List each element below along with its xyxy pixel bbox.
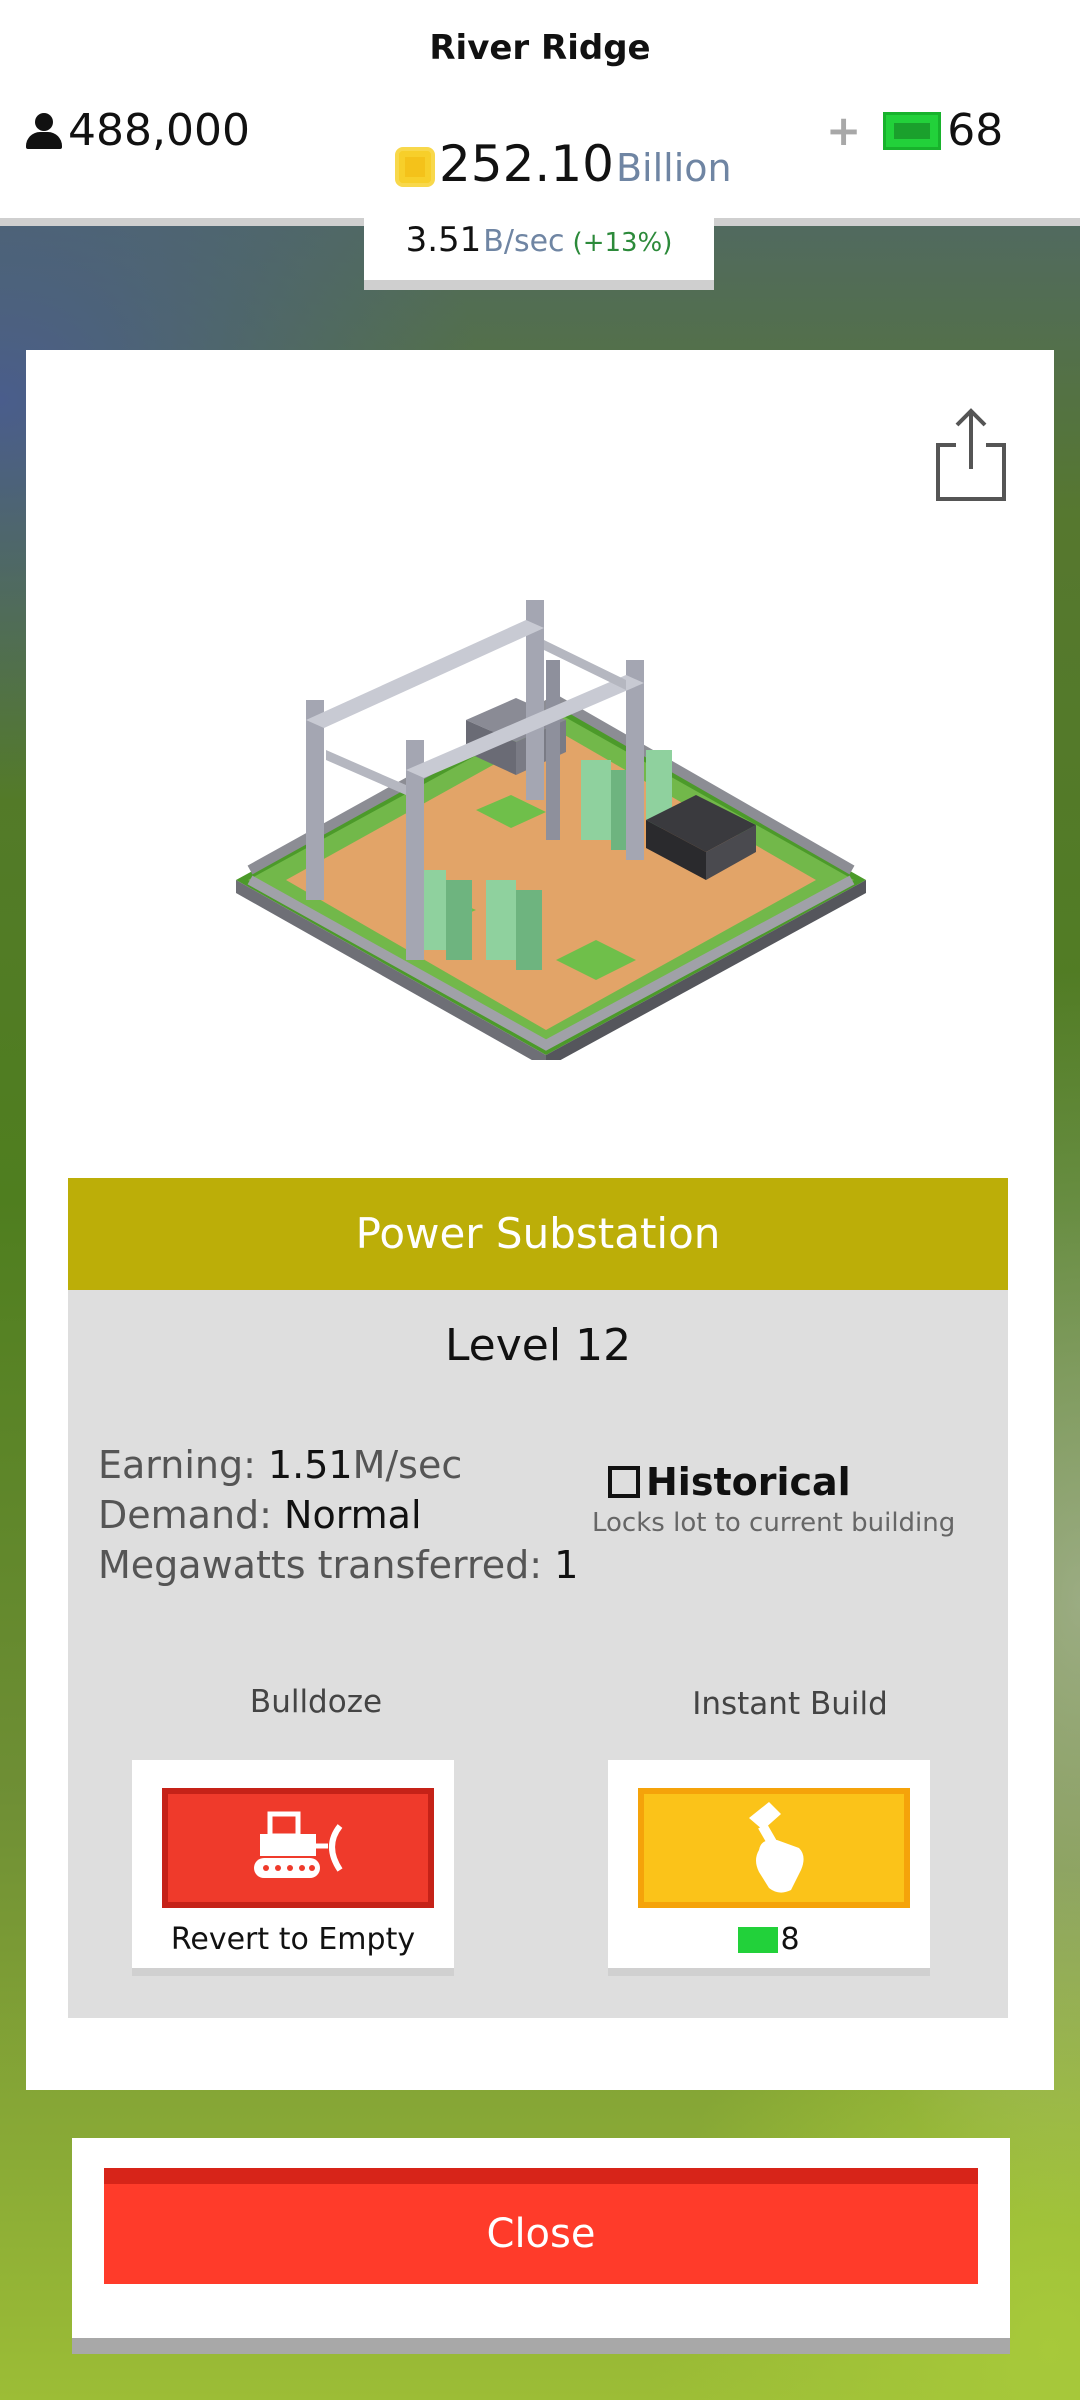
building-details: Level 12 Earning: 1.51M/sec Demand: Norm…	[68, 1290, 1008, 2018]
income-rate-value: 3.51	[405, 220, 482, 260]
historical-label: Historical	[646, 1460, 851, 1504]
cash-icon	[883, 111, 942, 150]
earning-label: Earning:	[98, 1443, 268, 1487]
earning-row: Earning: 1.51M/sec	[98, 1440, 578, 1490]
building-level: Level 12	[444, 1320, 632, 1371]
population-value: 488,000	[68, 105, 250, 156]
earning-unit: M/sec	[352, 1443, 463, 1487]
building-info-panel: Power Substation Level 12 Earning: 1.51M…	[26, 350, 1054, 2090]
historical-description: Locks lot to current building	[592, 1508, 956, 1538]
earning-value: 1.51	[267, 1443, 353, 1487]
share-icon[interactable]	[934, 405, 1008, 503]
historical-toggle[interactable]: Historical	[608, 1460, 851, 1504]
hammer-hand-icon	[749, 1802, 804, 1893]
demand-row: Demand: Normal	[98, 1490, 578, 1540]
megawatts-value: 1	[554, 1543, 579, 1587]
bulldozer-icon	[254, 1811, 343, 1878]
person-icon	[26, 112, 62, 149]
population-counter: 488,000	[26, 105, 250, 156]
income-rate-unit: B/sec	[483, 224, 565, 259]
building-name: Power Substation	[68, 1178, 1008, 1290]
instant-build-cost-value: 8	[780, 1922, 800, 1957]
income-rate-box: 3.51 B/sec (+13%)	[364, 200, 714, 290]
income-rate-change: (+13%)	[572, 228, 673, 258]
megawatts-row: Megawatts transferred: 1	[98, 1540, 578, 1590]
cash-icon	[738, 1926, 779, 1953]
add-cash-button[interactable]: +	[826, 106, 861, 155]
coins-amount: 252.10	[439, 135, 614, 193]
megawatts-label: Megawatts transferred:	[98, 1543, 555, 1587]
bulldoze-card[interactable]: Revert to Empty	[132, 1760, 454, 1976]
cash-amount: 68	[947, 105, 1004, 156]
bulldoze-button[interactable]	[162, 1788, 434, 1908]
instant-build-label: Instant Build	[692, 1686, 888, 1722]
demand-label: Demand:	[98, 1493, 285, 1537]
top-bar: River Ridge 488,000 252.10 Billion + 68	[0, 0, 1080, 226]
demand-value: Normal	[284, 1493, 422, 1537]
close-panel: Close	[72, 2138, 1010, 2354]
coins-unit: Billion	[615, 146, 732, 190]
instant-build-button[interactable]	[638, 1788, 910, 1908]
city-name: River Ridge	[429, 28, 651, 68]
building-stats: Earning: 1.51M/sec Demand: Normal Megawa…	[98, 1440, 578, 1590]
bulldoze-label: Bulldoze	[249, 1684, 383, 1720]
building-illustration	[236, 600, 866, 1060]
bulldoze-caption: Revert to Empty	[170, 1922, 416, 1957]
instant-build-card[interactable]: 8	[608, 1760, 930, 1976]
instant-build-cost: 8	[608, 1922, 930, 1957]
coin-icon	[395, 147, 435, 187]
cash-counter[interactable]: + 68	[826, 105, 1003, 156]
coins-counter: 252.10 Billion	[395, 135, 732, 193]
historical-checkbox[interactable]	[608, 1466, 640, 1498]
close-button[interactable]: Close	[104, 2168, 978, 2284]
